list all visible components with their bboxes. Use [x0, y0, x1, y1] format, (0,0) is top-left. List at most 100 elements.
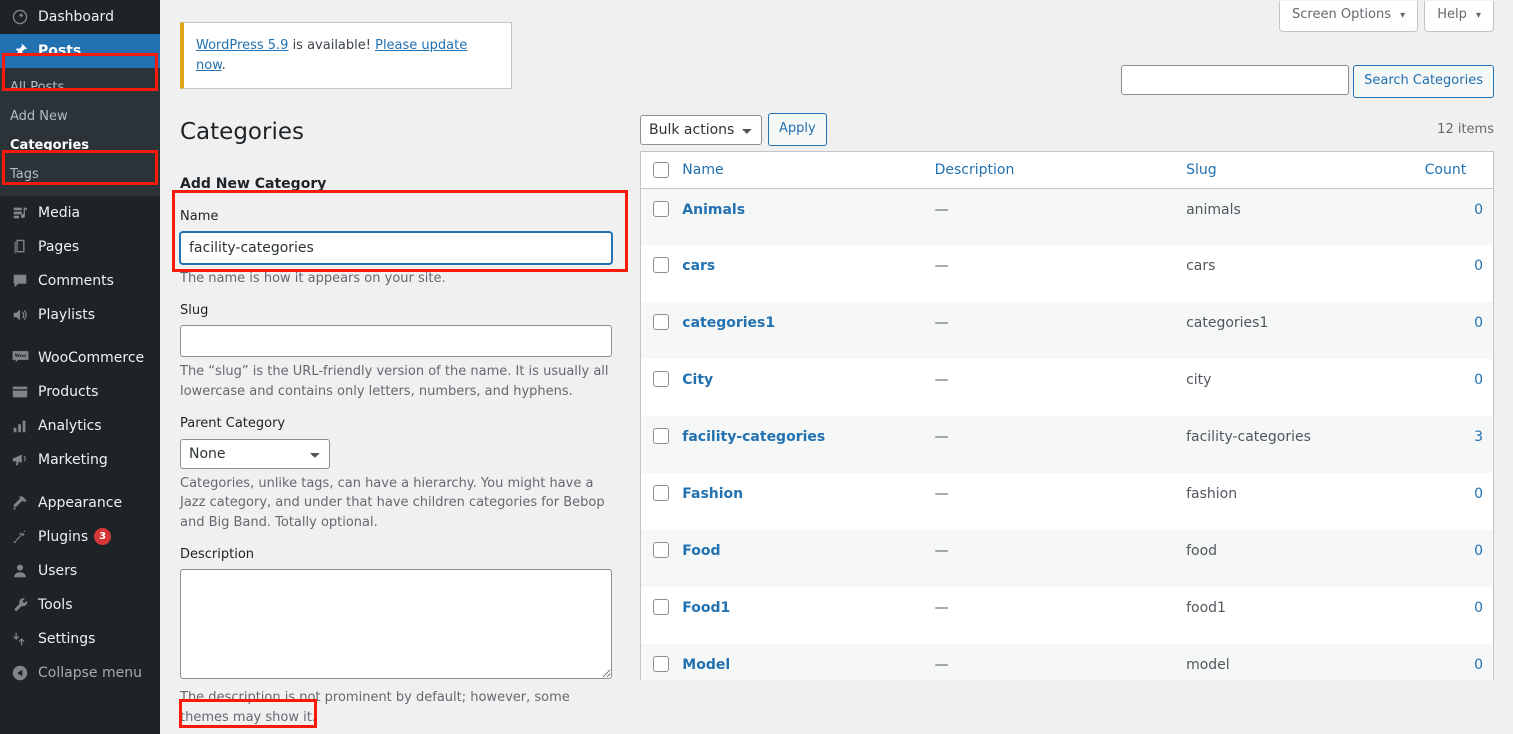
row-name-cell: cars [672, 245, 924, 302]
table-row: Model—model0 [641, 644, 1494, 679]
parent-field-group: Parent Category None Categories, unlike … [180, 415, 626, 532]
sidebar-item-label: Comments [38, 274, 114, 288]
help-label: Help [1437, 7, 1467, 22]
apply-button[interactable]: Apply [768, 113, 827, 146]
category-name-link[interactable]: Model [682, 657, 730, 673]
sidebar-item-playlists[interactable]: Playlists [0, 298, 160, 332]
row-count-cell: 0 [1415, 644, 1494, 679]
column-header-slug[interactable]: Slug [1176, 151, 1415, 188]
row-count-cell: 0 [1415, 302, 1494, 359]
sidebar-item-analytics[interactable]: Analytics [0, 409, 160, 443]
sidebar-item-media[interactable]: Media [0, 196, 160, 230]
category-slug-input[interactable] [180, 325, 612, 357]
row-checkbox[interactable] [653, 371, 669, 387]
column-header-count[interactable]: Count [1415, 151, 1494, 188]
sidebar-item-dashboard[interactable]: Dashboard [0, 0, 160, 34]
categories-list: Search Categories Bulk actions Apply 12 … [640, 175, 1494, 680]
sidebar-item-posts[interactable]: Posts [0, 34, 160, 68]
sidebar-item-label: Collapse menu [38, 666, 142, 680]
sidebar-item-label: Products [38, 385, 98, 399]
sidebar-item-users[interactable]: Users [0, 554, 160, 588]
sidebar-item-comments[interactable]: Comments [0, 264, 160, 298]
users-icon [10, 561, 30, 581]
sidebar-item-all-posts[interactable]: All Posts [0, 74, 160, 103]
sidebar-item-tags[interactable]: Tags [0, 161, 160, 190]
sidebar-item-label: Users [38, 564, 77, 578]
table-body: Animals—animals0cars—cars0categories1—ca… [641, 188, 1494, 679]
category-name-link[interactable]: facility-categories [682, 429, 825, 445]
search-input[interactable] [1121, 65, 1349, 95]
category-count-link[interactable]: 0 [1474, 315, 1483, 331]
category-count-link[interactable]: 0 [1474, 657, 1483, 673]
analytics-icon [10, 416, 30, 436]
parent-category-select[interactable]: None [180, 439, 330, 469]
row-select-cell [641, 359, 673, 416]
category-name-link[interactable]: categories1 [682, 315, 775, 331]
category-name-link[interactable]: Food1 [682, 600, 730, 616]
category-name-input[interactable] [180, 232, 612, 264]
screen-options-button[interactable]: Screen Options ▾ [1279, 1, 1418, 32]
column-header-name[interactable]: Name [672, 151, 924, 188]
row-name-cell: Food [672, 530, 924, 587]
row-count-cell: 3 [1415, 416, 1494, 473]
category-description-textarea[interactable] [180, 569, 612, 679]
collapse-menu-button[interactable]: Collapse menu [0, 656, 160, 690]
category-count-link[interactable]: 0 [1474, 372, 1483, 388]
sidebar-item-products[interactable]: Products [0, 375, 160, 409]
sidebar-item-marketing[interactable]: Marketing [0, 443, 160, 477]
row-checkbox[interactable] [653, 314, 669, 330]
row-checkbox[interactable] [653, 485, 669, 501]
category-count-link[interactable]: 0 [1474, 202, 1483, 218]
plugins-icon [10, 527, 30, 547]
plugins-update-badge: 3 [94, 528, 111, 545]
help-button[interactable]: Help ▾ [1424, 1, 1494, 32]
category-name-link[interactable]: Food [682, 543, 720, 559]
category-count-link[interactable]: 0 [1474, 258, 1483, 274]
row-checkbox[interactable] [653, 201, 669, 217]
select-all-checkbox[interactable] [653, 162, 669, 178]
table-row: Food—food0 [641, 530, 1494, 587]
row-name-cell: City [672, 359, 924, 416]
row-checkbox[interactable] [653, 542, 669, 558]
category-count-link[interactable]: 3 [1474, 429, 1483, 445]
sidebar-item-label: Dashboard [38, 10, 114, 24]
sidebar-item-pages[interactable]: Pages [0, 230, 160, 264]
row-select-cell [641, 644, 673, 679]
parent-help-text: Categories, unlike tags, can have a hier… [180, 474, 610, 533]
table-row: cars—cars0 [641, 245, 1494, 302]
row-description-cell: — [925, 473, 1176, 530]
row-checkbox[interactable] [653, 656, 669, 672]
sidebar-item-tools[interactable]: Tools [0, 588, 160, 622]
row-description-cell: — [925, 302, 1176, 359]
row-checkbox[interactable] [653, 428, 669, 444]
category-name-link[interactable]: cars [682, 258, 715, 274]
sidebar-item-add-new-post[interactable]: Add New [0, 103, 160, 132]
category-name-link[interactable]: Fashion [682, 486, 743, 502]
row-checkbox[interactable] [653, 599, 669, 615]
sidebar-item-plugins[interactable]: Plugins 3 [0, 520, 160, 554]
sidebar-item-woocommerce[interactable]: Woo WooCommerce [0, 341, 160, 375]
bulk-actions-select[interactable]: Bulk actions [640, 115, 762, 145]
media-icon [10, 203, 30, 223]
update-notice: WordPress 5.9 is available! Please updat… [180, 22, 512, 89]
menu-separator-2 [0, 477, 160, 486]
sidebar-item-settings[interactable]: Settings [0, 622, 160, 656]
tools-icon [10, 595, 30, 615]
pages-icon [10, 237, 30, 257]
sidebar-item-categories[interactable]: Categories [0, 132, 160, 161]
wordpress-version-link[interactable]: WordPress 5.9 [196, 38, 288, 53]
category-count-link[interactable]: 0 [1474, 543, 1483, 559]
table-row: Animals—animals0 [641, 188, 1494, 245]
category-name-link[interactable]: City [682, 372, 713, 388]
row-checkbox[interactable] [653, 257, 669, 273]
posts-submenu: All Posts Add New Categories Tags [0, 68, 160, 196]
search-categories-button[interactable]: Search Categories [1353, 65, 1494, 98]
category-name-link[interactable]: Animals [682, 202, 745, 218]
table-row: Food1—food10 [641, 587, 1494, 644]
category-count-link[interactable]: 0 [1474, 486, 1483, 502]
sidebar-item-appearance[interactable]: Appearance [0, 486, 160, 520]
category-count-link[interactable]: 0 [1474, 600, 1483, 616]
column-header-description[interactable]: Description [925, 151, 1176, 188]
table-header-row: Name Description Slug Count [641, 151, 1494, 188]
row-name-cell: facility-categories [672, 416, 924, 473]
